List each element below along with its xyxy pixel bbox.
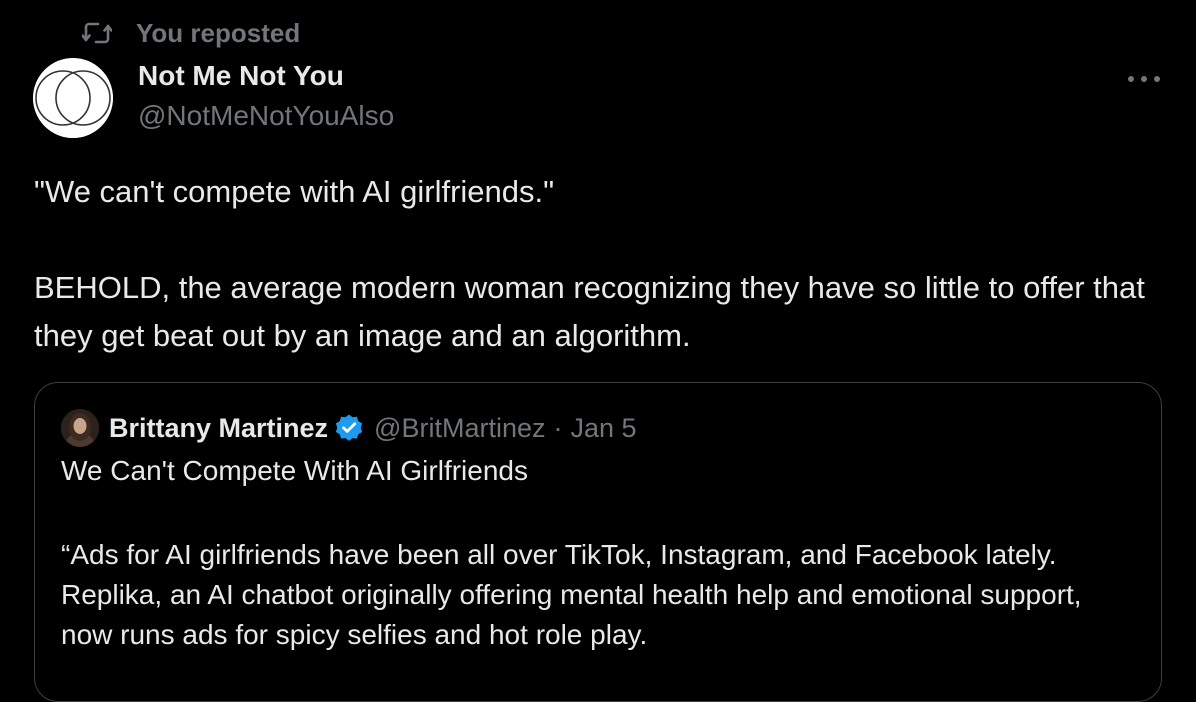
tweet-paragraph-1: "We can't compete with AI girlfriends." — [34, 174, 555, 209]
verified-badge-icon — [334, 412, 366, 444]
tweet-text: "We can't compete with AI girlfriends." … — [34, 168, 1164, 360]
repost-label: You reposted — [136, 17, 301, 48]
quoted-tweet-card[interactable]: Brittany Martinez @BritMartinez · Jan 5 … — [34, 382, 1162, 702]
tweet-paragraph-2: BEHOLD, the average modern woman recogni… — [34, 270, 1154, 353]
quote-avatar[interactable] — [61, 409, 99, 447]
author-avatar[interactable] — [33, 58, 113, 138]
quote-title: We Can't Compete With AI Girlfriends — [61, 455, 528, 486]
quote-text: “Ads for AI girlfriends have been all ov… — [61, 539, 1082, 650]
interlocking-circles-logo — [33, 58, 113, 138]
quote-header: Brittany Martinez @BritMartinez · Jan 5 — [61, 409, 637, 447]
more-options-button[interactable] — [1120, 62, 1168, 96]
quote-date[interactable]: Jan 5 — [571, 413, 637, 444]
profile-photo — [61, 409, 99, 447]
quote-author-name[interactable]: Brittany Martinez — [109, 413, 328, 444]
quote-separator: · — [553, 412, 563, 443]
quote-author-handle[interactable]: @BritMartinez — [374, 413, 545, 444]
author-handle[interactable]: @NotMeNotYouAlso — [138, 100, 394, 132]
author-name[interactable]: Not Me Not You — [138, 60, 344, 92]
more-options-icon — [1128, 76, 1160, 82]
tweet-spacer — [34, 216, 1164, 264]
repost-indicator[interactable]: You reposted — [80, 16, 300, 50]
repost-icon — [80, 16, 114, 50]
